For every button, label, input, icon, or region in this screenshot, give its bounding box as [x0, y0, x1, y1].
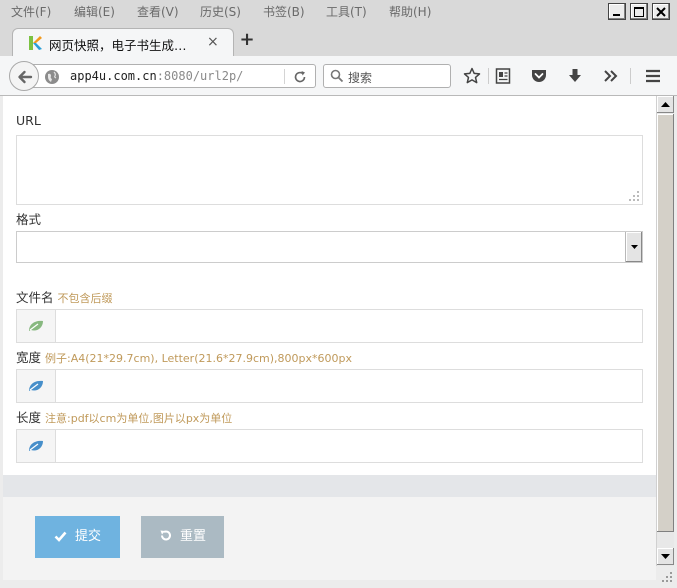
format-label: 格式 — [16, 212, 42, 227]
menu-file[interactable]: 文件(F) — [11, 3, 51, 20]
minimize-button[interactable] — [608, 3, 626, 20]
tab-title: 网页快照，电子书生成… — [49, 38, 187, 53]
status-strip — [0, 580, 677, 588]
window-resize-grip-icon[interactable] — [660, 570, 674, 584]
search-placeholder: 搜索 — [348, 71, 373, 85]
url-host: app4u.com.cn — [70, 69, 157, 83]
search-icon — [330, 69, 344, 83]
leaf-icon — [29, 320, 43, 331]
format-select[interactable] — [16, 231, 643, 263]
url-path: :8080/url2p/ — [156, 69, 244, 83]
width-label: 宽度 — [16, 350, 42, 365]
close-window-button[interactable] — [652, 3, 670, 20]
menu-help[interactable]: 帮助(H) — [389, 3, 431, 20]
page-content: URL 格式 文件名 不包含后缀 宽度 例子:A4(21*29.7cm), Lett… — [3, 96, 656, 580]
tab-close-icon[interactable]: × — [207, 34, 219, 50]
height-label: 长度 — [16, 410, 42, 425]
navigation-toolbar: app4u.com.cn:8080/url2p/ 搜索 — [0, 56, 677, 96]
reload-icon[interactable] — [292, 69, 308, 85]
close-icon — [656, 7, 666, 17]
menu-edit[interactable]: 编辑(E) — [74, 3, 115, 20]
reset-label: 重置 — [179, 529, 206, 544]
url-divider — [284, 69, 285, 84]
menu-bookmarks[interactable]: 书签(B) — [263, 3, 305, 20]
height-addon — [17, 430, 56, 462]
scroll-up-button[interactable] — [657, 96, 674, 113]
hamburger-menu-icon[interactable] — [644, 67, 662, 85]
bookmark-star-icon[interactable] — [463, 67, 481, 85]
tab-strip: 网页快照，电子书生成… × + — [0, 22, 677, 57]
toolbar-divider-2 — [630, 68, 631, 84]
pocket-icon[interactable] — [530, 67, 548, 85]
site-favicon-icon — [29, 36, 42, 50]
undo-icon — [160, 530, 171, 541]
arrow-up-icon — [661, 102, 670, 107]
height-hint: 注意:pdf以cm为单位,图片以px为单位 — [45, 412, 233, 425]
new-tab-button[interactable]: + — [238, 31, 256, 49]
download-icon[interactable] — [567, 67, 583, 85]
width-hint: 例子:A4(21*29.7cm), Letter(21.6*27.9cm),80… — [45, 352, 352, 365]
vertical-scrollbar[interactable] — [656, 96, 674, 566]
filename-label-row: 文件名 不包含后缀 — [16, 287, 113, 306]
filename-input-group[interactable] — [16, 309, 643, 343]
minimize-icon — [613, 14, 620, 16]
select-dropdown-button[interactable] — [625, 232, 642, 262]
globe-icon — [45, 70, 59, 84]
url-label: URL — [16, 113, 41, 128]
scroll-down-button[interactable] — [657, 548, 674, 565]
url-textarea[interactable] — [16, 135, 643, 205]
menu-tools[interactable]: 工具(T) — [326, 3, 367, 20]
submit-label: 提交 — [74, 529, 101, 544]
search-bar[interactable]: 搜索 — [323, 64, 451, 88]
leaf-icon — [29, 440, 43, 451]
toolbar-divider — [488, 68, 489, 84]
maximize-button[interactable] — [630, 3, 648, 20]
width-addon — [17, 370, 56, 402]
height-label-row: 长度 注意:pdf以cm为单位,图片以px为单位 — [16, 407, 232, 426]
address-bar[interactable]: app4u.com.cn:8080/url2p/ — [32, 64, 316, 88]
filename-addon — [17, 310, 56, 342]
menu-bar: 文件(F) 编辑(E) 查看(V) 历史(S) 书签(B) 工具(T) 帮助(H… — [0, 0, 677, 22]
menu-history[interactable]: 历史(S) — [200, 3, 241, 20]
scroll-thumb[interactable] — [657, 114, 674, 532]
chevron-down-icon — [631, 245, 638, 249]
reading-list-icon[interactable] — [495, 67, 511, 85]
back-arrow-icon — [18, 70, 33, 84]
back-button[interactable] — [9, 61, 39, 91]
leaf-icon — [29, 380, 43, 391]
menu-view[interactable]: 查看(V) — [137, 3, 179, 20]
width-input-group[interactable] — [16, 369, 643, 403]
url-text[interactable]: app4u.com.cn:8080/url2p/ — [70, 69, 243, 83]
form-divider-band — [3, 475, 656, 497]
height-input-group[interactable] — [16, 429, 643, 463]
arrow-down-icon — [661, 554, 670, 559]
maximize-icon — [634, 7, 644, 17]
overflow-chevron-icon[interactable] — [603, 67, 619, 85]
filename-hint: 不包含后缀 — [57, 292, 113, 305]
reset-button[interactable]: 重置 — [141, 516, 224, 558]
filename-label: 文件名 — [16, 290, 54, 305]
width-label-row: 宽度 例子:A4(21*29.7cm), Letter(21.6*27.9cm),… — [16, 347, 352, 366]
tab-active[interactable]: 网页快照，电子书生成… × — [12, 28, 234, 57]
resize-grip-icon[interactable] — [628, 190, 640, 202]
submit-button[interactable]: 提交 — [35, 516, 120, 558]
check-icon — [54, 531, 67, 542]
